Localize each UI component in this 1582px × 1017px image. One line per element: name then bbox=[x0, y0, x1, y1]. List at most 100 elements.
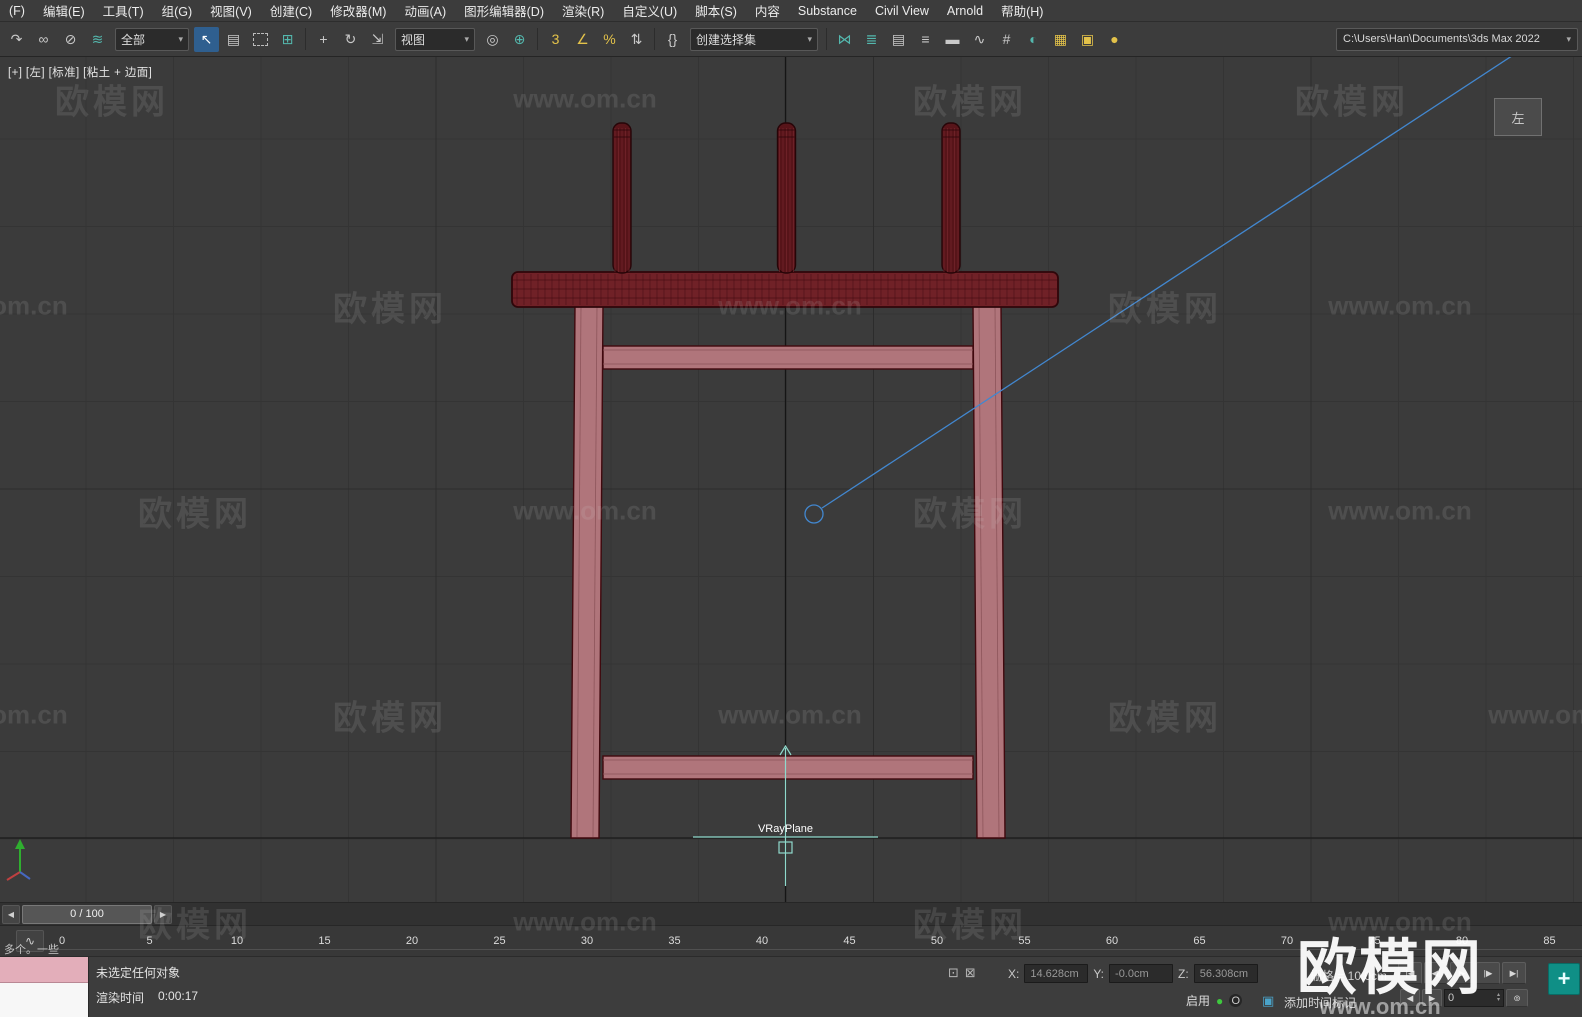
project-path-field[interactable]: C:\Users\Han\Documents\3ds Max 2022 ▾ bbox=[1336, 28, 1578, 51]
track-bar[interactable]: ∿ 0510152025303540455055606570758085 多个。… bbox=[0, 926, 1582, 957]
trackbar-tick: 65 bbox=[1193, 935, 1205, 947]
sets-dropdown[interactable]: 创建选择集 ▾ bbox=[690, 28, 818, 51]
render-production-icon[interactable]: ● bbox=[1102, 27, 1127, 52]
menu-item-8[interactable]: 图形编辑器(D) bbox=[455, 1, 553, 20]
listener-row[interactable] bbox=[0, 983, 88, 1017]
status-led-icon[interactable]: O bbox=[1229, 994, 1242, 1007]
select-object-icon[interactable]: ↖ bbox=[194, 27, 219, 52]
menu-item-0[interactable]: (F) bbox=[0, 4, 34, 18]
menu-item-3[interactable]: 组(G) bbox=[153, 1, 202, 20]
select-and-scale-icon[interactable]: ⇲ bbox=[365, 27, 390, 52]
viewport-left[interactable]: [+] [左] [标准] [粘土 + 边面] 左 bbox=[0, 56, 1582, 902]
menu-item-15[interactable]: Arnold bbox=[938, 4, 992, 18]
grid-size-label: 栅格 = 10.0cm bbox=[1310, 967, 1387, 984]
menu-item-16[interactable]: 帮助(H) bbox=[992, 1, 1052, 20]
axis-tripod-icon bbox=[7, 839, 30, 880]
select-and-move-icon[interactable]: + bbox=[311, 27, 336, 52]
spinner-snap-icon[interactable]: ⇅ bbox=[624, 27, 649, 52]
coord-dropdown[interactable]: 视图▾ bbox=[395, 28, 475, 51]
x-label: X: bbox=[1008, 967, 1019, 981]
use-pivot-center-icon[interactable]: ◎ bbox=[480, 27, 505, 52]
go-start-button[interactable]: |◀ bbox=[1398, 962, 1422, 984]
scene-explorer-icon[interactable]: ▤ bbox=[886, 27, 911, 52]
bind-to-space-warp-icon[interactable]: ≋ bbox=[85, 27, 110, 52]
menu-item-11[interactable]: 脚本(S) bbox=[686, 1, 746, 20]
rect-select-icon[interactable] bbox=[248, 27, 273, 52]
maximize-viewport-button[interactable]: + bbox=[1548, 963, 1580, 995]
z-field[interactable]: 56.308cm bbox=[1194, 964, 1258, 983]
select-and-rotate-icon[interactable]: ↻ bbox=[338, 27, 363, 52]
selection-lock-icon[interactable]: ⊠ bbox=[965, 965, 976, 981]
snap-toggle-icon[interactable]: 3 bbox=[543, 27, 568, 52]
render-setup-icon[interactable]: ▦ bbox=[1048, 27, 1073, 52]
menu-item-9[interactable]: 渲染(R) bbox=[553, 1, 613, 20]
toolbar-separator bbox=[537, 28, 538, 50]
play-button[interactable]: ▶ bbox=[1450, 962, 1474, 984]
ribbon-icon[interactable]: ▬ bbox=[940, 27, 965, 52]
menu-item-12[interactable]: 内容 bbox=[746, 1, 789, 20]
angle-snap-icon[interactable]: ∠ bbox=[570, 27, 595, 52]
viewport-canvas[interactable]: VRayPlane bbox=[0, 56, 1582, 902]
x-field[interactable]: 14.628cm bbox=[1024, 964, 1088, 983]
menu-item-14[interactable]: Civil View bbox=[866, 4, 938, 18]
y-label: Y: bbox=[1093, 967, 1104, 981]
time-slider[interactable]: ◀ 0 / 100 ▶ bbox=[0, 902, 1582, 926]
schematic-view-icon[interactable]: # bbox=[994, 27, 1019, 52]
menu-item-6[interactable]: 修改器(M) bbox=[321, 1, 395, 20]
table-stretcher-upper[interactable] bbox=[603, 346, 973, 369]
current-frame-value: 0 bbox=[1448, 992, 1454, 1004]
prev-frame-button[interactable]: ◀| bbox=[1424, 962, 1448, 984]
isolate-selection-icon[interactable]: ⊡ bbox=[948, 965, 959, 981]
next-frame-button[interactable]: |▶ bbox=[1476, 962, 1500, 984]
viewcube[interactable]: 左 bbox=[1494, 98, 1542, 136]
window-crossing-icon[interactable]: ⊞ bbox=[275, 27, 300, 52]
curve-editor-icon[interactable]: ∿ bbox=[967, 27, 992, 52]
current-frame-field[interactable]: 0 ▴▾ bbox=[1444, 989, 1504, 1007]
time-tag-cube-icon[interactable]: ▣ bbox=[1262, 993, 1274, 1009]
spinner-icon[interactable]: ▴▾ bbox=[1497, 993, 1500, 1003]
table-stretcher-lower[interactable] bbox=[603, 756, 973, 779]
select-and-manipulate-icon[interactable]: ⊕ bbox=[507, 27, 532, 52]
menu-item-4[interactable]: 视图(V) bbox=[201, 1, 261, 20]
key-mode-toggle-button[interactable]: ⊚ bbox=[1506, 989, 1528, 1007]
menu-item-2[interactable]: 工具(T) bbox=[94, 1, 153, 20]
enable-label: 启用 bbox=[1186, 992, 1210, 1009]
time-slider-right-arrow[interactable]: ▶ bbox=[154, 905, 172, 924]
add-time-tag[interactable]: 添加时间标记 bbox=[1284, 994, 1356, 1011]
table-leg-left[interactable] bbox=[571, 305, 603, 838]
percent-snap-icon[interactable]: % bbox=[597, 27, 622, 52]
dashed-rect-icon bbox=[253, 33, 268, 46]
menu-item-1[interactable]: 编辑(E) bbox=[34, 1, 94, 20]
filter-dropdown[interactable]: 全部▾ bbox=[115, 28, 189, 51]
prev-key-button[interactable]: ◀ bbox=[1400, 989, 1420, 1007]
y-field[interactable]: -0.0cm bbox=[1109, 964, 1173, 983]
sets-dropdown-value: 创建选择集 bbox=[696, 31, 756, 48]
target-circle[interactable] bbox=[805, 505, 823, 523]
go-end-button[interactable]: ▶| bbox=[1502, 962, 1526, 984]
macro-recorder-row[interactable] bbox=[0, 957, 88, 983]
menu-item-13[interactable]: Substance bbox=[789, 4, 866, 18]
edit-named-sets-icon[interactable]: {} bbox=[660, 27, 685, 52]
unlink-selection-icon[interactable]: ⊘ bbox=[58, 27, 83, 52]
enabled-led-icon[interactable]: ● bbox=[1216, 994, 1223, 1008]
chevron-down-icon: ▾ bbox=[178, 34, 183, 45]
rendered-frame-icon[interactable]: ▣ bbox=[1075, 27, 1100, 52]
maxscript-mini-listener[interactable] bbox=[0, 957, 89, 1017]
layer-explorer-icon[interactable]: ≡ bbox=[913, 27, 938, 52]
time-slider-left-arrow[interactable]: ◀ bbox=[2, 905, 20, 924]
mirror-icon[interactable]: ⋈ bbox=[832, 27, 857, 52]
select-by-name-icon[interactable]: ▤ bbox=[221, 27, 246, 52]
viewport-label[interactable]: [+] [左] [标准] [粘土 + 边面] bbox=[8, 64, 152, 80]
material-editor-icon[interactable]: ◐ bbox=[1021, 27, 1046, 52]
menu-item-7[interactable]: 动画(A) bbox=[395, 1, 455, 20]
chevron-down-icon: ▾ bbox=[807, 34, 812, 45]
redo-icon[interactable]: ↷ bbox=[4, 27, 29, 52]
table-leg-right[interactable] bbox=[973, 305, 1005, 838]
select-and-link-icon[interactable]: ∞ bbox=[31, 27, 56, 52]
key-nav-controls: ◀▶ 0 ▴▾ ⊚ bbox=[1400, 989, 1528, 1007]
time-slider-bubble[interactable]: 0 / 100 bbox=[22, 905, 152, 924]
menu-item-5[interactable]: 创建(C) bbox=[261, 1, 321, 20]
menu-item-10[interactable]: 自定义(U) bbox=[613, 1, 686, 20]
next-key-button[interactable]: ▶ bbox=[1422, 989, 1442, 1007]
align-icon[interactable]: ≣ bbox=[859, 27, 884, 52]
